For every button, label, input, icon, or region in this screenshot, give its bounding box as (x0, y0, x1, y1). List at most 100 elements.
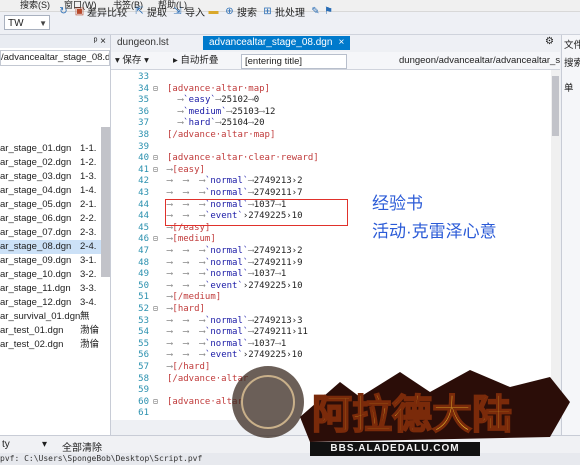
code-line[interactable]: 56 ⟶ ⟶ ⟶`event`›2749225›10 (111, 349, 560, 361)
annotation-exp-book: 经验书 (372, 194, 423, 213)
extract-label: 提取 (147, 7, 167, 19)
tab-advancealtar-stage-08[interactable]: advancealtar_stage_08.dgn × (203, 36, 351, 50)
file-row[interactable]: ar_stage_03.dgn 1-3. (0, 170, 110, 184)
line-number: 43 (138, 188, 149, 198)
type-dropdown[interactable]: ty (2, 439, 10, 450)
file-note: 3-2. (80, 269, 97, 280)
file-row[interactable]: ar_stage_05.dgn 2-1. (0, 198, 110, 212)
pin-close-icon[interactable]: ᵖ × (94, 35, 106, 48)
save-button[interactable]: ▾ 保存 ▾ (115, 54, 149, 67)
code-line[interactable]: 34 ⊟ [advance·altar·map] (111, 83, 560, 95)
line-number: 59 (138, 385, 149, 396)
line-number: 40 (138, 153, 149, 164)
file-list-scrollbar[interactable] (101, 127, 110, 277)
code-line[interactable]: 42 ⟶ ⟶ ⟶`normal`⟶2749213›2 (111, 175, 560, 187)
line-number: 45 (138, 222, 149, 233)
line-number: 48 (138, 257, 149, 268)
file-note: 2-1. (80, 199, 97, 210)
refresh-button[interactable]: ↻ (58, 3, 71, 19)
line-text: ⟶ ⟶ ⟶`normal`⟶2749213›2 (167, 246, 303, 256)
code-line[interactable]: 38 [/advance·altar·map] (111, 129, 560, 141)
file-row[interactable]: ar_stage_01.dgn 1-1. (0, 142, 110, 156)
line-text: ⟶ ⟶ ⟶`normal`⟶2749211›7 (167, 188, 303, 198)
line-number: 56 (138, 350, 149, 361)
section-select[interactable]: [entering title] (241, 54, 347, 69)
region-combo[interactable]: TW ▼ (4, 15, 50, 30)
file-row[interactable]: ar_stage_04.dgn 1-4. (0, 184, 110, 198)
tool-button[interactable]: ✎ ⚑ (310, 3, 336, 19)
search-icon: ⊕ (225, 5, 234, 17)
clear-all-button[interactable]: 全部清除 (62, 439, 102, 454)
code-line[interactable]: 52 ⊟ ⟶[hard] (111, 303, 560, 315)
code-line[interactable]: 55 ⟶ ⟶ ⟶`normal`⟶1037⟶1 (111, 338, 560, 350)
code-line[interactable]: 40 ⊟ [advance·altar·clear·reward] (111, 152, 560, 164)
tab-menu-icon[interactable]: ⚙ (545, 36, 554, 47)
file-row[interactable]: ar_test_02.dgn 渤倫 (0, 338, 110, 352)
code-line[interactable]: 53 ⟶ ⟶ ⟶`normal`⟶2749213›3 (111, 315, 560, 327)
import-button[interactable]: ⇲ 导入 (172, 3, 205, 19)
path-field[interactable]: /advancealtar_stage_08.dg (0, 50, 110, 66)
code-line[interactable]: 54 ⟶ ⟶ ⟶`normal`⟶2749211›11 (111, 326, 560, 338)
close-icon[interactable]: × (338, 37, 344, 48)
code-line[interactable]: 51 ⟶[/medium] (111, 291, 560, 303)
file-row[interactable]: ar_stage_07.dgn 2-3. (0, 226, 110, 240)
code-line[interactable]: 33 (111, 71, 560, 83)
file-note: 3-3. (80, 283, 97, 294)
line-text: ⟶[easy] (167, 164, 205, 175)
code-line[interactable]: 50 ⟶ ⟶ ⟶`event`›2749225›10 (111, 280, 560, 292)
line-text: [/advance·altar·map] (167, 130, 276, 140)
file-row[interactable]: ar_test_01.dgn 渤倫 (0, 324, 110, 338)
file-row[interactable]: ar_stage_06.dgn 2-2. (0, 212, 110, 226)
extract-icon: ⇱ (135, 5, 144, 17)
line-text: [advance·altar·clear·reward] (167, 153, 319, 164)
code-line[interactable]: 39 (111, 141, 560, 153)
extract-button[interactable]: ⇱ 提取 (134, 3, 167, 19)
code-line[interactable]: 49 ⟶ ⟶ ⟶`normal`⟶1037⟶1 (111, 268, 560, 280)
wrench-icon: ✎ (311, 5, 320, 17)
fold-toggle-icon[interactable]: ⊟ (153, 83, 158, 95)
file-name: ar_test_01.dgn (0, 325, 64, 336)
highlight-box (165, 199, 348, 226)
scroll-thumb[interactable] (552, 76, 559, 136)
right-panel-label: 单 (564, 83, 574, 94)
line-number: 44 (138, 199, 149, 210)
file-list: ar_stage_01.dgn 1-1. ar_stage_02.dgn 1-2. … (0, 142, 110, 352)
file-row[interactable]: ar_stage_09.dgn 3-1. (0, 254, 110, 268)
search-button[interactable]: ⊕ 搜索 (224, 3, 257, 19)
file-row[interactable]: ar_stage_12.dgn 3-4. (0, 296, 110, 310)
file-row[interactable]: ar_stage_02.dgn 1-2. (0, 156, 110, 170)
code-line[interactable]: 35 ⟶`easy`⟶25102⟶0 (111, 94, 560, 106)
open-folder-button[interactable]: ▬ (208, 3, 221, 19)
refresh-icon: ↻ (59, 5, 68, 17)
import-label: 导入 (185, 7, 205, 19)
code-line[interactable]: 41 ⊟ ⟶[easy] (111, 164, 560, 176)
line-number: 41 (138, 164, 149, 175)
auto-fold-toggle[interactable]: ▸ 自动折叠 (173, 54, 218, 67)
chevron-down-icon[interactable]: ▾ (42, 439, 47, 450)
file-note: 無 (80, 311, 90, 322)
batch-button[interactable]: ⊞ 批处理 (262, 3, 305, 19)
file-note: 1-3. (80, 171, 97, 182)
file-note: 2-2. (80, 213, 97, 224)
menu-search[interactable]: 搜索(S) (20, 0, 50, 11)
code-line[interactable]: 37 ⟶`hard`⟶25104⟶20 (111, 117, 560, 129)
code-line[interactable]: 36 ⟶`medium`⟶25103⟶12 (111, 106, 560, 118)
fold-toggle-icon[interactable]: ⊟ (153, 303, 158, 315)
diff-button[interactable]: ▣ 差异比较 (74, 3, 127, 19)
code-line[interactable]: 47 ⟶ ⟶ ⟶`normal`⟶2749213›2 (111, 245, 560, 257)
code-line[interactable]: 43 ⟶ ⟶ ⟶`normal`⟶2749211›7 (111, 187, 560, 199)
file-name: ar_survival_01.dgn (0, 311, 81, 322)
code-line[interactable]: 48 ⟶ ⟶ ⟶`normal`⟶2749211›9 (111, 257, 560, 269)
right-panel-search[interactable]: 搜索 (564, 55, 580, 69)
fold-toggle-icon[interactable]: ⊟ (153, 164, 158, 176)
line-number: 51 (138, 292, 149, 303)
file-row[interactable]: ar_stage_11.dgn 3-3. (0, 282, 110, 296)
fold-toggle-icon[interactable]: ⊟ (153, 233, 158, 245)
tab-dungeon-lst[interactable]: dungeon.lst (111, 36, 175, 50)
file-row[interactable]: ar_survival_01.dgn 無 (0, 310, 110, 324)
file-row[interactable]: ar_stage_10.dgn 3-2. (0, 268, 110, 282)
fold-toggle-icon[interactable]: ⊟ (153, 152, 158, 164)
file-row-selected[interactable]: ar_stage_08.dgn 2-4. (0, 240, 110, 254)
tab-strip: dungeon.lst advancealtar_stage_08.dgn × ⚙ (111, 35, 560, 50)
fold-toggle-icon[interactable]: ⊟ (153, 396, 158, 408)
